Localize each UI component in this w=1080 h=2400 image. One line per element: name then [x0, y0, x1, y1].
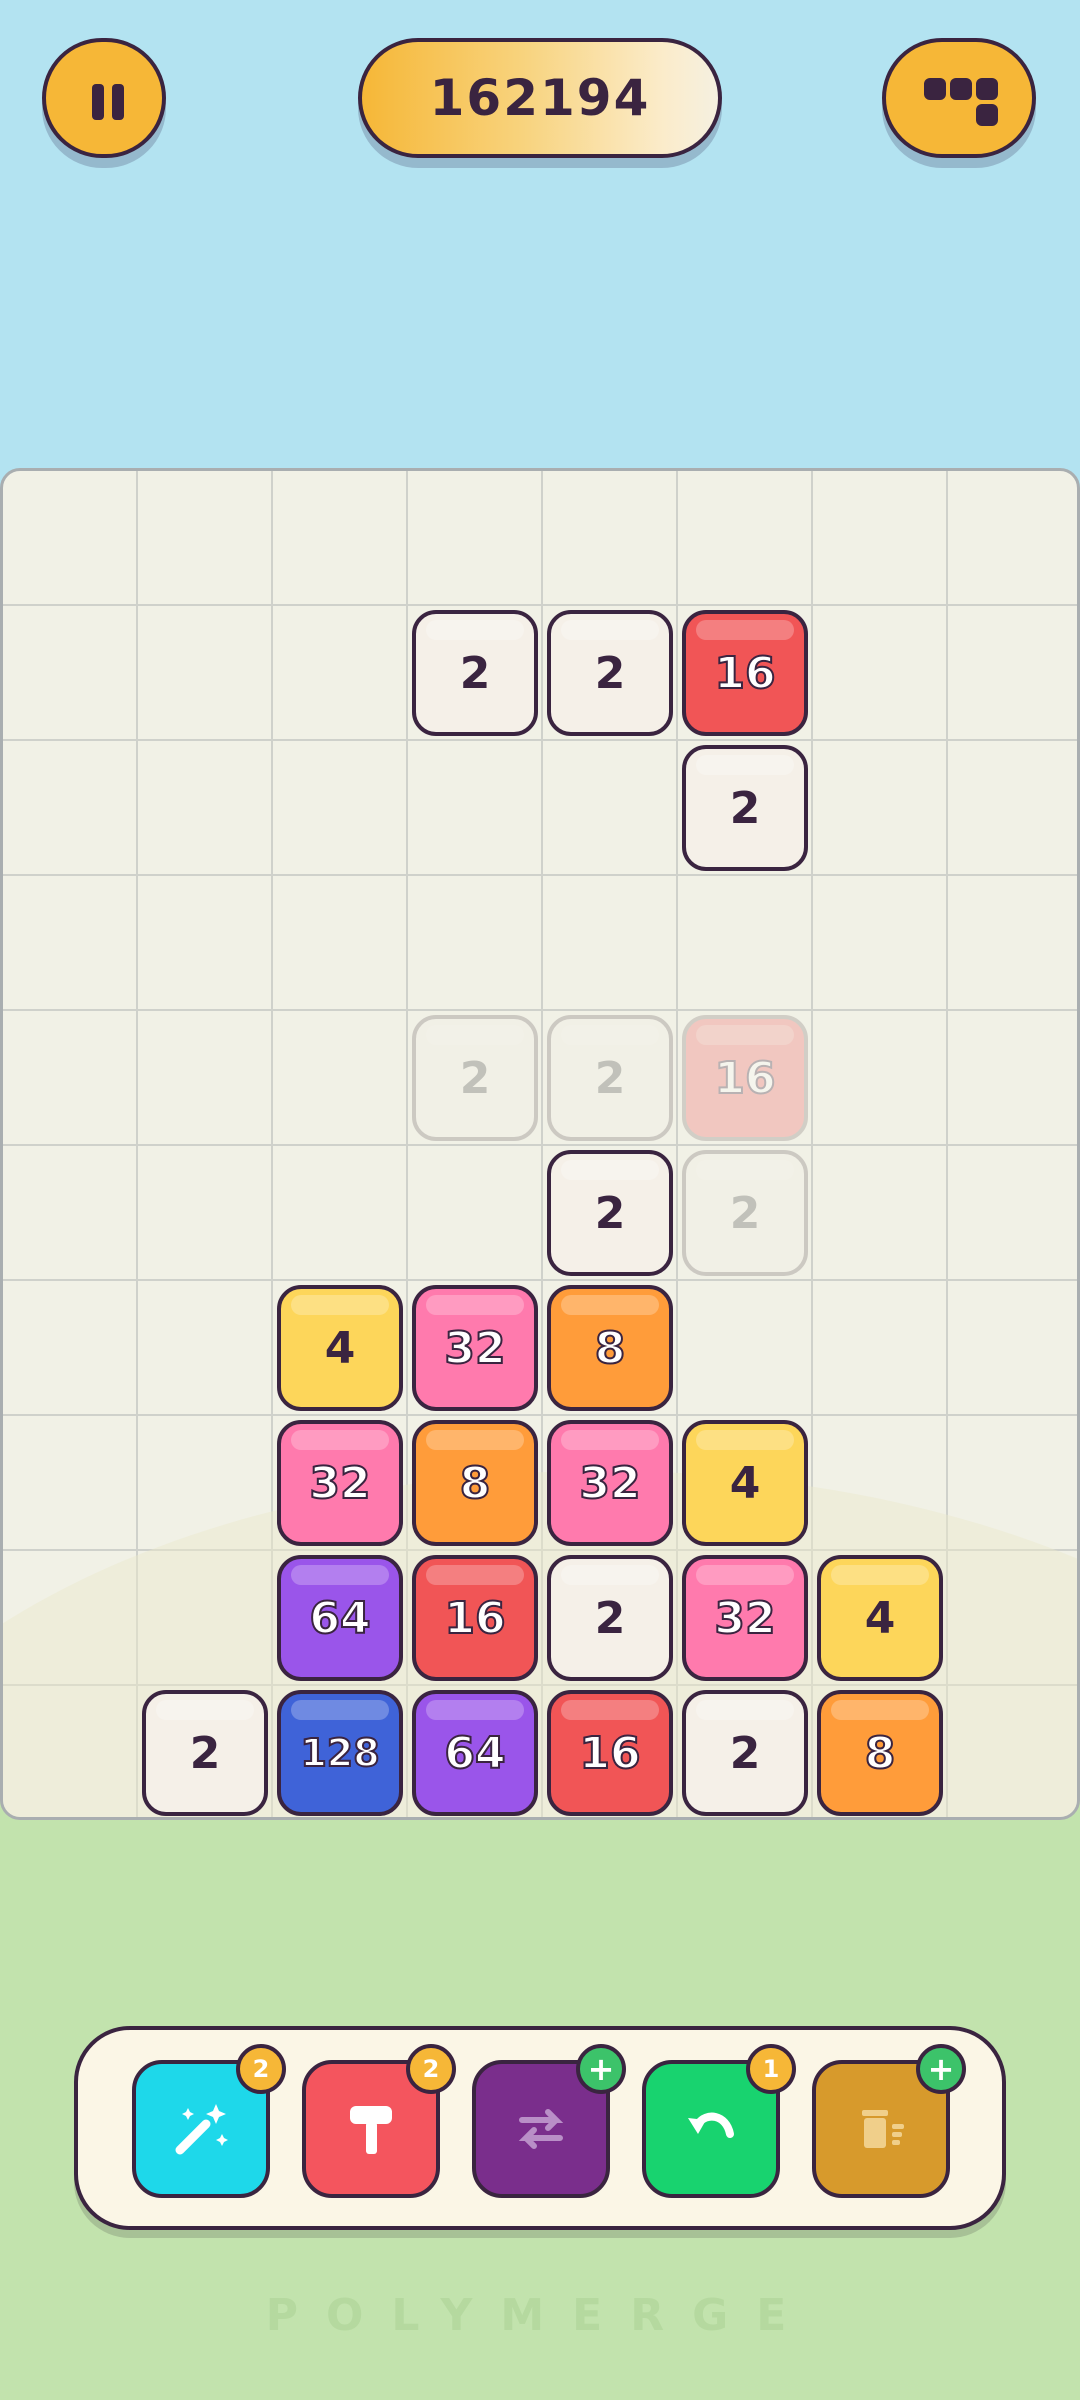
pause-icon-bar — [112, 84, 124, 120]
game-board[interactable]: 2 2 16 2 2 2 16 2 2 4 32 8 32 8 32 4 64 16 2 32 4 2 128 64 16 2 8 — [0, 468, 1080, 1820]
number-tile[interactable]: 32 — [277, 1420, 403, 1546]
tile-value: 2 — [189, 1727, 221, 1779]
number-tile[interactable]: 16 — [412, 1555, 538, 1681]
undo-icon — [676, 2094, 746, 2164]
piece-preview-button[interactable] — [882, 38, 1036, 158]
tile-value: 2 — [459, 647, 491, 699]
number-tile[interactable]: 2 — [682, 745, 808, 871]
number-tile[interactable]: 8 — [547, 1285, 673, 1411]
number-tile[interactable]: 2 — [142, 1690, 268, 1816]
magic-wand-icon — [166, 2094, 236, 2164]
block-piece-icon-cell — [950, 78, 972, 100]
powerup-bar: 2 2 +1 + — [74, 2026, 1006, 2230]
tile-value: 8 — [594, 1322, 627, 1375]
number-tile[interactable]: 8 — [412, 1420, 538, 1546]
number-tile[interactable]: 64 — [412, 1690, 538, 1816]
hammer-icon — [336, 2094, 406, 2164]
tile-value: 16 — [713, 647, 776, 700]
powerup-count-badge: 2 — [236, 2044, 286, 2094]
tile-value: 32 — [578, 1457, 641, 1510]
tile-value: 4 — [324, 1322, 356, 1374]
swap-arrows-icon — [506, 2094, 576, 2164]
number-tile[interactable]: 2 — [682, 1690, 808, 1816]
tile-value: 128 — [299, 1730, 380, 1776]
number-tile[interactable]: 32 — [547, 1420, 673, 1546]
number-tile[interactable]: 2 — [547, 1150, 673, 1276]
tile-value: 2 — [594, 647, 626, 699]
pause-button[interactable] — [42, 38, 166, 158]
hammer-powerup-button[interactable]: 2 — [302, 2044, 456, 2198]
tile-value: 16 — [578, 1727, 641, 1780]
tile-value: 32 — [308, 1457, 371, 1510]
tile-value: 32 — [713, 1592, 776, 1645]
score-display: 162194 — [358, 38, 722, 158]
tile-value: 64 — [443, 1727, 506, 1780]
block-piece-icon — [924, 78, 946, 100]
number-tile[interactable]: 2 — [412, 610, 538, 736]
magic-wand-powerup-button[interactable]: 2 — [132, 2044, 286, 2198]
tile-value: 2 — [729, 1727, 761, 1779]
add-more-badge: + — [576, 2044, 626, 2094]
tile-value: 16 — [443, 1592, 506, 1645]
tile-value: 16 — [713, 1052, 776, 1105]
number-tile[interactable]: 2 — [547, 610, 673, 736]
number-tile[interactable]: 32 — [412, 1285, 538, 1411]
pause-icon — [92, 84, 104, 120]
number-tile[interactable]: 128 — [277, 1690, 403, 1816]
block-piece-icon-cell — [976, 104, 998, 126]
tile-value: 8 — [864, 1727, 897, 1780]
game-logo-text: POLYMERGE — [265, 2290, 815, 2341]
number-tile[interactable]: 64 — [277, 1555, 403, 1681]
number-tile[interactable]: 4 — [682, 1420, 808, 1546]
powerup-count-badge: 2 — [406, 2044, 456, 2094]
tile-value: 2 — [729, 782, 761, 834]
tile-value: 2 — [729, 1187, 761, 1239]
undo-powerup-button[interactable]: 1 — [642, 2044, 796, 2198]
ghost-tile-preview: 2 — [547, 1015, 673, 1141]
tile-value: 2 — [594, 1592, 626, 1644]
tile-value: 2 — [459, 1052, 491, 1104]
tile-value: 4 — [729, 1457, 761, 1509]
number-tile[interactable]: 16 — [682, 610, 808, 736]
number-tile[interactable]: 4 — [817, 1555, 943, 1681]
trash-icon — [846, 2094, 916, 2164]
powerup-count-badge: 1 — [746, 2044, 796, 2094]
tile-value: 64 — [308, 1592, 371, 1645]
ghost-tile-preview: 2 — [682, 1150, 808, 1276]
tile-value: 2 — [594, 1187, 626, 1239]
add-more-badge: + — [916, 2044, 966, 2094]
number-tile[interactable]: 32 — [682, 1555, 808, 1681]
number-tile[interactable]: 2 — [547, 1555, 673, 1681]
tile-value: 32 — [443, 1322, 506, 1375]
ghost-tile-preview: 16 — [682, 1015, 808, 1141]
tile-value: 8 — [459, 1457, 492, 1510]
block-piece-icon-cell — [976, 78, 998, 100]
number-tile[interactable]: 16 — [547, 1690, 673, 1816]
tile-value: 2 — [594, 1052, 626, 1104]
ghost-tile-preview: 2 — [412, 1015, 538, 1141]
tile-value: 4 — [864, 1592, 896, 1644]
trash-powerup-button[interactable]: + — [812, 2044, 966, 2198]
number-tile[interactable]: 8 — [817, 1690, 943, 1816]
number-tile[interactable]: 4 — [277, 1285, 403, 1411]
swap-powerup-button[interactable]: + — [472, 2044, 626, 2198]
